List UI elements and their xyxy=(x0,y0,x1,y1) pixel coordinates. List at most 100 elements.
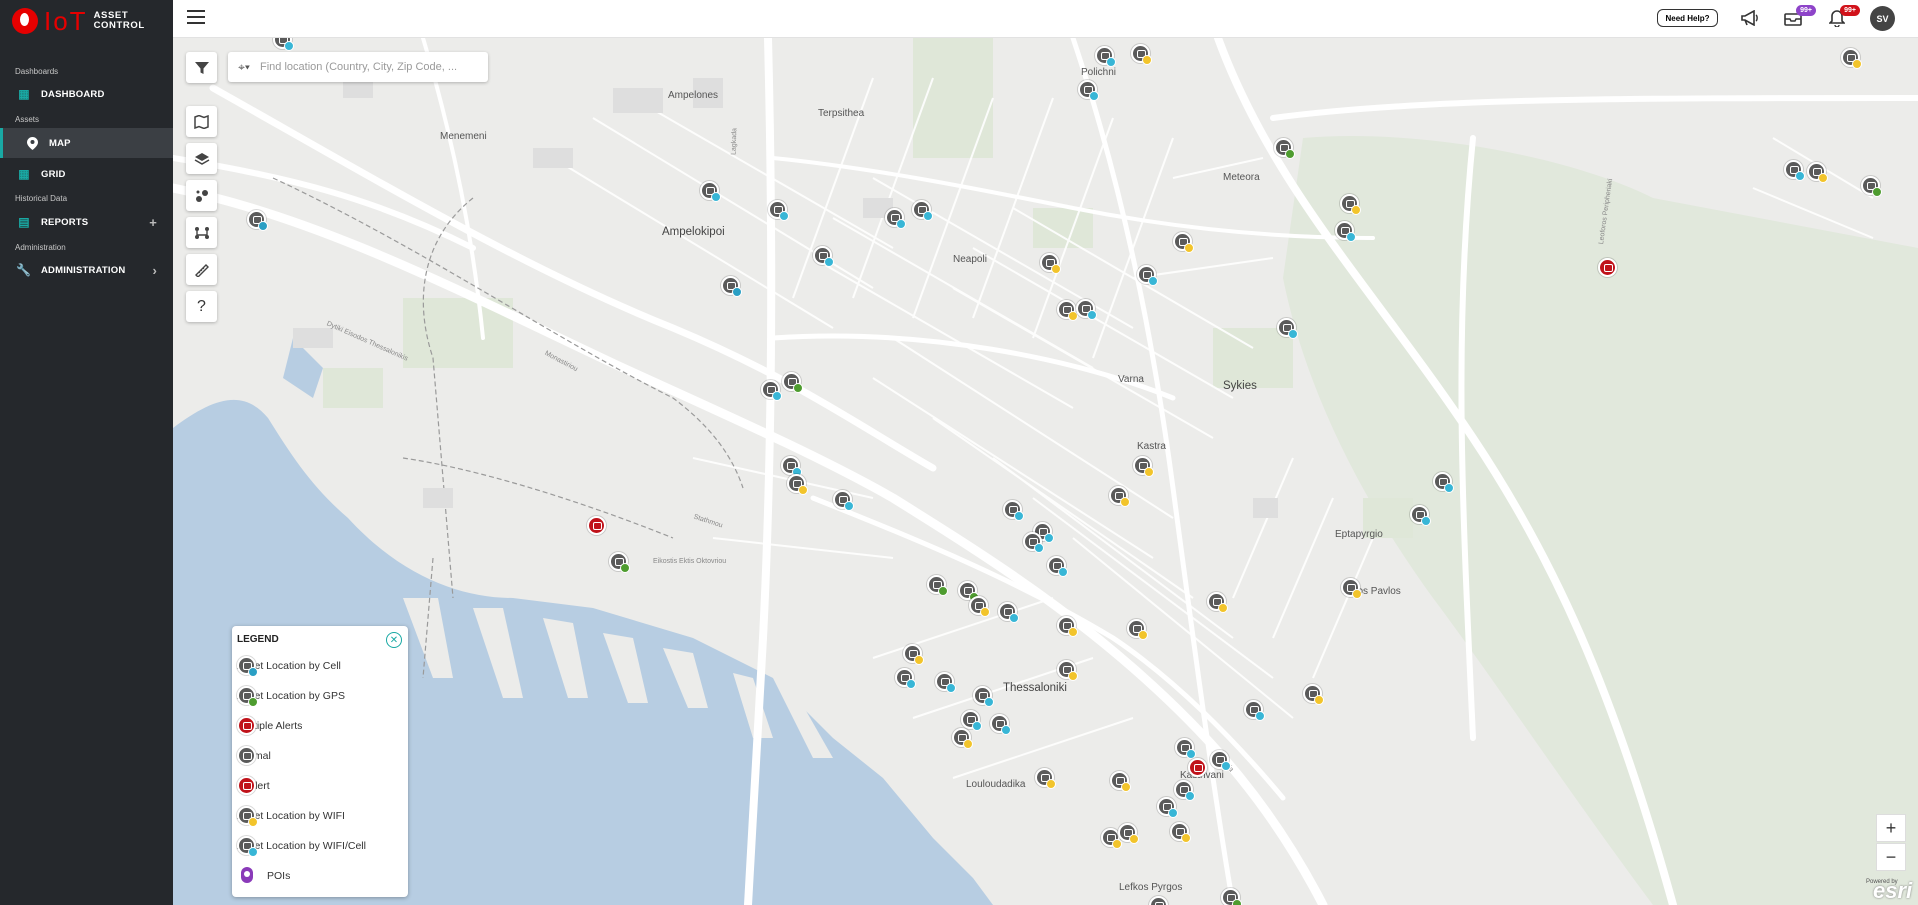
asset-marker[interactable] xyxy=(1303,684,1324,705)
asset-marker[interactable] xyxy=(1170,822,1191,843)
asset-marker[interactable] xyxy=(912,200,933,221)
asset-marker[interactable] xyxy=(768,200,789,221)
asset-marker[interactable] xyxy=(895,668,916,689)
asset-marker[interactable] xyxy=(1173,232,1194,253)
layers-button[interactable] xyxy=(186,143,217,174)
asset-marker[interactable] xyxy=(1131,44,1152,65)
asset-marker[interactable] xyxy=(1003,500,1024,521)
asset-marker[interactable] xyxy=(1137,265,1158,286)
asset-marker[interactable] xyxy=(1335,221,1356,242)
asset-marker[interactable] xyxy=(927,575,948,596)
map-label-sykies: Sykies xyxy=(1223,380,1257,392)
asset-marker[interactable] xyxy=(1221,888,1242,905)
asset-marker[interactable] xyxy=(1274,138,1295,159)
asset-marker[interactable] xyxy=(1118,823,1139,844)
asset-marker[interactable] xyxy=(761,380,782,401)
asset-marker[interactable] xyxy=(1057,660,1078,681)
search-location-icon[interactable]: ⌖▾ xyxy=(228,60,260,75)
asset-marker[interactable] xyxy=(1157,797,1178,818)
asset-marker[interactable] xyxy=(609,552,630,573)
zoom-out-button[interactable]: − xyxy=(1876,843,1906,871)
map-canvas[interactable]: Ampelones Terpsithea Menemeni Polichni M… xyxy=(173,38,1918,905)
basemap-button[interactable] xyxy=(186,106,217,137)
app-logo[interactable]: IoT ASSET CONTROL xyxy=(12,6,145,36)
asset-marker[interactable] xyxy=(787,474,808,495)
asset-marker[interactable] xyxy=(273,38,294,51)
map-label-meteora: Meteora xyxy=(1223,172,1260,183)
asset-marker[interactable] xyxy=(782,372,803,393)
asset-marker[interactable] xyxy=(990,714,1011,735)
asset-marker[interactable] xyxy=(969,596,990,617)
map-legend: LEGEND ✕ Asset Location by Cell Asset Lo… xyxy=(232,626,408,897)
asset-marker[interactable] xyxy=(885,208,906,229)
asset-marker[interactable] xyxy=(1076,299,1097,320)
asset-marker[interactable] xyxy=(247,210,268,231)
wifi-marker-icon xyxy=(237,806,258,827)
asset-marker[interactable] xyxy=(935,672,956,693)
asset-marker[interactable] xyxy=(961,710,982,731)
map-label-thessaloniki: Thessaloniki xyxy=(1003,682,1067,694)
asset-marker-alert[interactable] xyxy=(1188,758,1208,778)
asset-marker[interactable] xyxy=(1861,176,1882,197)
asset-marker[interactable] xyxy=(1035,768,1056,789)
asset-marker-alert[interactable] xyxy=(587,516,607,536)
cluster-button[interactable] xyxy=(186,180,217,211)
asset-marker[interactable] xyxy=(1133,456,1154,477)
asset-marker[interactable] xyxy=(1040,253,1061,274)
asset-marker[interactable] xyxy=(1149,896,1169,905)
asset-marker[interactable] xyxy=(1057,616,1078,637)
asset-marker[interactable] xyxy=(1127,619,1148,640)
megaphone-icon[interactable] xyxy=(1739,7,1761,29)
measure-button[interactable] xyxy=(186,254,217,285)
asset-marker[interactable] xyxy=(813,246,834,267)
search-input[interactable] xyxy=(260,61,480,73)
asset-marker[interactable] xyxy=(952,728,973,749)
sidebar-item-administration[interactable]: 🔧 ADMINISTRATION › xyxy=(0,256,173,284)
asset-marker[interactable] xyxy=(700,181,721,202)
legend-item-cell: Asset Location by Cell xyxy=(237,651,403,681)
asset-marker[interactable] xyxy=(1244,700,1265,721)
asset-marker[interactable] xyxy=(998,602,1019,623)
asset-marker[interactable] xyxy=(1078,80,1099,101)
asset-marker[interactable] xyxy=(1807,162,1828,183)
asset-marker[interactable] xyxy=(1277,318,1298,339)
asset-marker[interactable] xyxy=(1109,486,1130,507)
menu-toggle-icon[interactable] xyxy=(187,10,205,24)
asset-marker[interactable] xyxy=(973,686,994,707)
sidebar-item-dashboard[interactable]: ▦ DASHBOARD xyxy=(0,80,173,108)
filter-button[interactable] xyxy=(186,52,217,83)
sidebar-item-reports[interactable]: ▤ REPORTS + xyxy=(0,208,173,236)
need-help-button[interactable]: Need Help? xyxy=(1657,9,1718,27)
asset-marker[interactable] xyxy=(781,456,802,477)
asset-marker[interactable] xyxy=(1047,556,1068,577)
close-icon[interactable]: ✕ xyxy=(386,632,402,648)
sidebar-item-grid[interactable]: ▦ GRID xyxy=(0,160,173,188)
asset-marker[interactable] xyxy=(1341,578,1362,599)
asset-marker[interactable] xyxy=(1174,780,1195,801)
ruler-icon xyxy=(194,263,209,277)
asset-marker[interactable] xyxy=(1057,300,1078,321)
asset-marker[interactable] xyxy=(1340,194,1361,215)
legend-label: POIs xyxy=(267,870,291,882)
add-report-icon[interactable]: + xyxy=(149,215,157,230)
asset-marker[interactable] xyxy=(1784,160,1805,181)
sidebar-item-map[interactable]: MAP xyxy=(0,128,173,158)
asset-marker[interactable] xyxy=(833,490,854,511)
asset-marker[interactable] xyxy=(1023,532,1044,553)
asset-marker[interactable] xyxy=(1110,771,1131,792)
user-avatar[interactable]: SV xyxy=(1870,6,1895,31)
grid-icon: ▦ xyxy=(18,167,30,181)
asset-marker[interactable] xyxy=(1095,46,1116,67)
asset-marker[interactable] xyxy=(1175,738,1196,759)
asset-marker[interactable] xyxy=(1410,505,1431,526)
route-button[interactable] xyxy=(186,217,217,248)
asset-marker[interactable] xyxy=(1207,592,1228,613)
asset-marker[interactable] xyxy=(721,276,742,297)
asset-marker[interactable] xyxy=(1210,750,1231,771)
zoom-in-button[interactable]: + xyxy=(1876,814,1906,842)
help-button[interactable]: ? xyxy=(186,291,217,322)
asset-marker-alert[interactable] xyxy=(1598,258,1618,278)
asset-marker[interactable] xyxy=(1841,48,1862,69)
asset-marker[interactable] xyxy=(903,644,924,665)
asset-marker[interactable] xyxy=(1433,472,1454,493)
